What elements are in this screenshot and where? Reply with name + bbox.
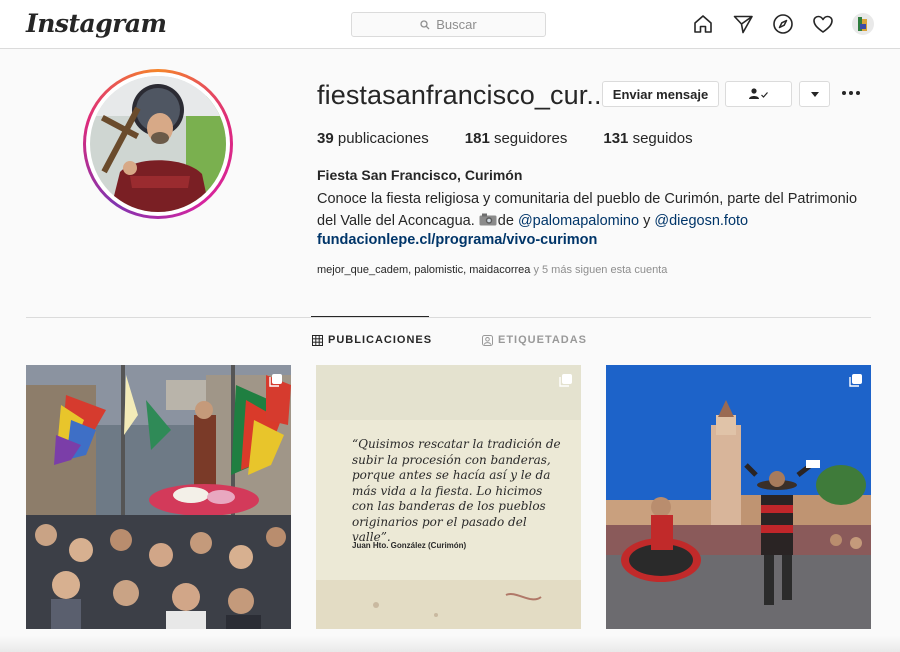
- search-input[interactable]: Buscar: [351, 12, 546, 37]
- home-icon[interactable]: [692, 13, 714, 35]
- followers-count[interactable]: 181 seguidores: [465, 130, 568, 147]
- instagram-logo[interactable]: Instagram: [26, 9, 167, 38]
- multiple-images-icon: [849, 374, 862, 387]
- posts-count: 39 publicaciones: [317, 130, 429, 147]
- tab-tagged[interactable]: ETIQUETADAS: [482, 334, 587, 346]
- mention-link[interactable]: @diegosn.foto: [654, 213, 748, 229]
- post-thumbnail-dancers[interactable]: [606, 365, 871, 629]
- post-image: [26, 365, 291, 629]
- multiple-images-icon: [269, 374, 282, 387]
- profile-avatar[interactable]: [83, 69, 233, 219]
- explore-icon[interactable]: [772, 13, 794, 35]
- followed-by-text[interactable]: mejor_que_cadem, palomistic, maidacorrea…: [317, 264, 667, 276]
- profile-avatar-icon[interactable]: [852, 13, 874, 35]
- top-nav-bar: Instagram Buscar: [0, 0, 900, 49]
- post-quote-author: Juan Hto. González (Curimón): [352, 541, 467, 550]
- mention-link[interactable]: @palomapalomino: [518, 213, 639, 229]
- more-options-icon[interactable]: [842, 85, 864, 101]
- tagged-person-icon: [482, 334, 493, 346]
- direct-icon[interactable]: [732, 13, 754, 35]
- grid-icon: [312, 334, 323, 346]
- search-placeholder: Buscar: [436, 17, 477, 32]
- activity-heart-icon[interactable]: [812, 13, 834, 35]
- active-tab-indicator: [311, 316, 429, 317]
- profile-picture: [90, 76, 226, 212]
- profile-website-link[interactable]: fundacionlepe.cl/programa/vivo-curimon: [317, 232, 597, 248]
- tabs-divider: [26, 317, 871, 318]
- profile-username: fiestasanfrancisco_cur...: [317, 80, 610, 110]
- suggestions-dropdown-button[interactable]: [799, 81, 830, 107]
- post-thumbnail-quote[interactable]: “Quisimos rescatar la tradición de subir…: [316, 365, 581, 629]
- following-person-check-icon: [748, 88, 768, 99]
- following-button[interactable]: [725, 81, 792, 107]
- window-bottom-edge: [0, 636, 900, 652]
- tab-posts[interactable]: PUBLICACIONES: [312, 334, 432, 346]
- profile-stats: 39 publicaciones 181 seguidores 131 segu…: [317, 130, 729, 147]
- send-message-button[interactable]: Enviar mensaje: [602, 81, 719, 107]
- post-image: [606, 365, 871, 629]
- multiple-images-icon: [559, 374, 572, 387]
- profile-bio: Conoce la fiesta religiosa y comunitaria…: [317, 191, 858, 229]
- caret-down-icon: [810, 91, 819, 97]
- profile-full-name: Fiesta San Francisco, Curimón: [317, 167, 523, 183]
- nav-icons: [692, 13, 874, 35]
- post-quote-text: “Quisimos rescatar la tradición de subir…: [352, 437, 561, 544]
- search-icon: [420, 19, 430, 29]
- camera-emoji-icon: [479, 213, 497, 226]
- post-thumbnail-procession[interactable]: [26, 365, 291, 629]
- following-count[interactable]: 131 seguidos: [603, 130, 692, 147]
